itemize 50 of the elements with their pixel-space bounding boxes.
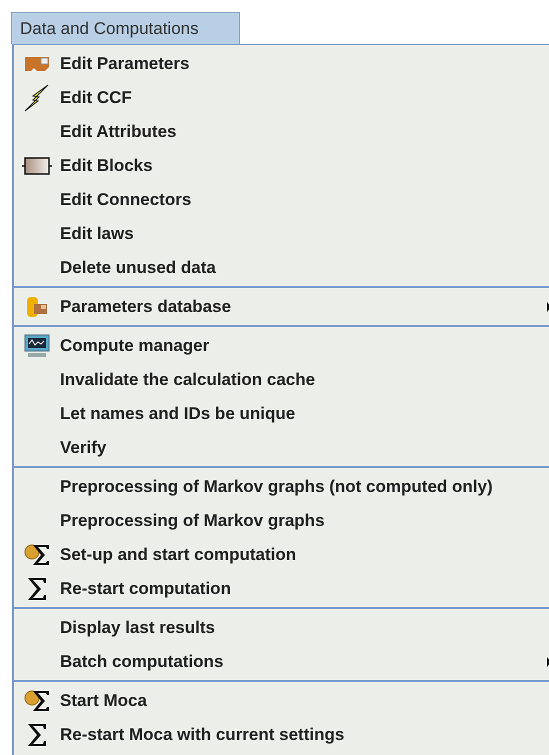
menu-item[interactable]: Invalidate the calculation cache bbox=[14, 363, 549, 397]
menu-item[interactable]: Batch computations bbox=[14, 645, 549, 679]
menu-item-label: Preprocessing of Markov graphs bbox=[60, 511, 325, 531]
menu-item-label: Delete unused data bbox=[60, 258, 216, 278]
menu-item[interactable]: Preprocessing of Markov graphs bbox=[14, 504, 549, 538]
menu-item-label: Preprocessing of Markov graphs (not computed only) bbox=[60, 477, 493, 497]
menu-item-label: Start Moca bbox=[60, 691, 147, 711]
menu-item[interactable]: Edit Parameters bbox=[14, 47, 549, 81]
menu-item-label: Edit Attributes bbox=[60, 122, 176, 142]
menu-item-label: Edit Parameters bbox=[60, 54, 190, 74]
menu-item[interactable]: Edit CCF bbox=[14, 81, 549, 115]
menu-item[interactable]: Verify bbox=[14, 431, 549, 465]
menu-item-label: Re-start Moca with current settings bbox=[60, 725, 344, 745]
database-icon bbox=[25, 296, 49, 318]
folder-icon bbox=[24, 56, 50, 72]
menu-item[interactable]: Delete unused data bbox=[14, 251, 549, 285]
menu-item[interactable]: Re-start Moca with current settings bbox=[14, 718, 549, 752]
menu-item[interactable]: Edit Blocks bbox=[14, 149, 549, 183]
menu-item-label: Re-start computation bbox=[60, 579, 231, 599]
menu-item-label: Display last results bbox=[60, 618, 215, 638]
menu-item-label: Edit Blocks bbox=[60, 156, 153, 176]
sigma-gear-icon bbox=[23, 689, 51, 713]
menu-item-label: Batch computations bbox=[60, 652, 224, 672]
menu-item-label: Parameters database bbox=[60, 297, 232, 317]
menu-item[interactable]: Set-up and start computation bbox=[14, 538, 549, 572]
sigma-icon bbox=[26, 723, 48, 747]
menu-item-label: Edit CCF bbox=[60, 88, 132, 108]
menu-item-label: Let names and IDs be unique bbox=[60, 404, 296, 424]
menu-item[interactable]: Parameters database bbox=[14, 290, 549, 324]
lightning-icon bbox=[24, 84, 50, 112]
menu-item[interactable]: Let names and IDs be unique bbox=[14, 397, 549, 431]
menu-item[interactable]: Edit Connectors bbox=[14, 183, 549, 217]
menu-item-label: Invalidate the calculation cache bbox=[60, 370, 316, 390]
menu-item-label: Edit laws bbox=[60, 224, 134, 244]
sigma-gear-icon bbox=[23, 543, 51, 567]
menu-item-label: Verify bbox=[60, 438, 106, 458]
menu-item[interactable]: Display last results bbox=[14, 611, 549, 645]
menu-item[interactable]: Compute manager bbox=[14, 329, 549, 363]
menu-item[interactable]: Start Moca bbox=[14, 684, 549, 718]
menu-title[interactable]: Data and Computations bbox=[11, 12, 240, 44]
block-icon bbox=[22, 157, 52, 175]
monitor-icon bbox=[24, 334, 50, 358]
menu-item[interactable]: Preprocessing of Markov graphs (not computed only) bbox=[14, 470, 549, 504]
menu-item[interactable]: Edit laws bbox=[14, 217, 549, 251]
menu-item-label: Compute manager bbox=[60, 336, 210, 356]
menu-item-label: Set-up and start computation bbox=[60, 545, 296, 565]
sigma-icon bbox=[26, 577, 48, 601]
menu-item[interactable]: Re-start computation bbox=[14, 572, 549, 606]
menu-item-label: Edit Connectors bbox=[60, 190, 192, 210]
menu-item[interactable]: Edit Attributes bbox=[14, 115, 549, 149]
